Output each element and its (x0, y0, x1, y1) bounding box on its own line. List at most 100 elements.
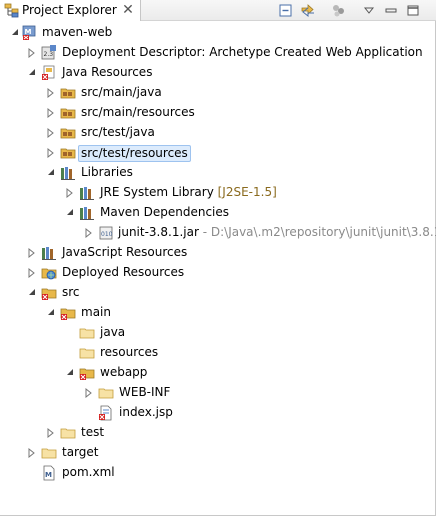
folder-error-icon (79, 368, 95, 380)
svg-text:010: 010 (101, 231, 113, 238)
libraries-icon (61, 167, 75, 180)
collapsed-arrow-icon[interactable] (47, 108, 55, 118)
collapse-all-icon[interactable] (277, 2, 295, 19)
collapsed-arrow-icon[interactable] (28, 248, 36, 258)
collapsed-arrow-icon[interactable] (47, 428, 55, 438)
collapsed-arrow-icon[interactable] (28, 48, 36, 58)
expanded-arrow-icon[interactable] (47, 308, 55, 318)
expanded-arrow-icon[interactable] (47, 168, 55, 178)
tree-item-deployed-resources[interactable]: Deployed Resources (0, 263, 436, 283)
tree-item-label: JavaScript Resources (62, 245, 188, 259)
tree-item-main[interactable]: main (0, 303, 436, 323)
jsp-file-error-icon (99, 405, 112, 421)
tree-item-label: test (81, 425, 105, 439)
tree-item-src[interactable]: src (0, 283, 436, 303)
collapsed-arrow-icon[interactable] (47, 148, 55, 158)
close-icon[interactable]: ✕ (121, 1, 135, 19)
collapsed-arrow-icon[interactable] (47, 88, 55, 98)
tree-item-src-main-java[interactable]: src/main/java (0, 83, 436, 103)
tree-item-maven-web[interactable]: M maven-web (0, 23, 436, 43)
source-folder-icon (60, 108, 76, 119)
collapsed-arrow-icon[interactable] (47, 128, 55, 138)
tree-item-label: JRE System Library (100, 185, 214, 199)
project-explorer-icon (4, 3, 19, 18)
maven-pom-file-icon: M (43, 465, 55, 481)
jar-file-icon: 010 (99, 226, 113, 240)
tree-item-maven-dependencies[interactable]: Maven Dependencies (0, 203, 436, 223)
tree-item-label: Java Resources (62, 65, 153, 79)
tree-item-label: maven-web (42, 25, 113, 39)
tree-item-deployment-descriptor[interactable]: 2.3 Deployment Descriptor: Archetype Cre… (0, 43, 436, 63)
collapsed-arrow-icon[interactable] (85, 228, 93, 238)
tree-item-web-inf[interactable]: WEB-INF (0, 383, 436, 403)
expanded-arrow-icon[interactable] (66, 208, 74, 218)
tree-item-pom-xml[interactable]: M pom.xml (0, 463, 436, 483)
tree-item-src-test-java[interactable]: src/test/java (0, 123, 436, 143)
source-folder-icon (60, 128, 76, 139)
tree-item-libraries[interactable]: Libraries (0, 163, 436, 183)
tree-item-label: Deployment Descriptor: Archetype Created… (62, 45, 423, 59)
tree-item-label: src/main/java (81, 85, 162, 99)
expanded-arrow-icon[interactable] (66, 368, 74, 378)
tree-item-java-resources[interactable]: Java Resources (0, 63, 436, 83)
tree-item-label: webapp (100, 365, 148, 379)
tree-item-java[interactable]: java (0, 323, 436, 343)
project-tree: M maven-web 2.3 Deployment Descriptor: A… (0, 21, 436, 516)
tree-item-label: main (81, 305, 111, 319)
tree-item-target[interactable]: target (0, 443, 436, 463)
collapsed-arrow-icon[interactable] (28, 448, 36, 458)
link-with-editor-icon[interactable] (299, 2, 317, 19)
tree-item-javascript-resources[interactable]: JavaScript Resources (0, 243, 436, 263)
tree-item-label: Deployed Resources (62, 265, 185, 279)
svg-text:M: M (25, 28, 32, 36)
tree-item-resources[interactable]: resources (0, 343, 436, 363)
source-folder-icon (60, 88, 76, 99)
tree-item-test[interactable]: test (0, 423, 436, 443)
tree-item-label: src/test/java (81, 125, 155, 139)
deployment-descriptor-icon: 2.3 (41, 45, 56, 60)
tree-item-label: WEB-INF (119, 385, 171, 399)
expanded-arrow-icon[interactable] (11, 28, 19, 38)
library-icon (80, 187, 94, 200)
tree-item-jre-system-library[interactable]: JRE System Library [J2SE-1.5] (0, 183, 436, 203)
tree-item-label: Maven Dependencies (100, 205, 230, 219)
tree-item-label: junit-3.8.1.jar (118, 225, 199, 239)
collapsed-arrow-icon[interactable] (66, 188, 74, 198)
tree-item-label: pom.xml (62, 465, 115, 479)
tree-item-src-test-resources[interactable]: src/test/resources (0, 143, 436, 163)
tree-item-label: Libraries (81, 165, 133, 179)
folder-error-icon (41, 288, 57, 300)
deployed-resources-icon (41, 268, 57, 280)
svg-text:2.3: 2.3 (44, 51, 54, 58)
source-folder-icon (60, 148, 76, 159)
folder-icon (41, 448, 57, 459)
jre-version-decoration: [J2SE-1.5] (217, 185, 277, 199)
tree-item-label: index.jsp (119, 405, 173, 419)
javascript-resources-icon (42, 247, 56, 260)
expanded-arrow-icon[interactable] (28, 288, 36, 298)
tree-item-src-main-resources[interactable]: src/main/resources (0, 103, 436, 123)
folder-icon (98, 388, 114, 399)
maximize-icon[interactable] (404, 2, 422, 19)
filter-icon[interactable] (330, 2, 348, 19)
folder-icon (60, 428, 76, 439)
tree-item-index-jsp[interactable]: index.jsp (0, 403, 436, 423)
tree-item-label: src/main/resources (81, 105, 195, 119)
jar-path-decoration: - D:\Java\.m2\repository\junit\junit\3.8… (202, 225, 436, 239)
tree-item-label: target (62, 445, 99, 459)
java-resources-icon (42, 65, 55, 80)
minimize-icon[interactable] (382, 2, 400, 19)
tree-item-label: resources (100, 345, 159, 359)
tree-item-junit-jar[interactable]: 010 junit-3.8.1.jar - D:\Java\.m2\reposi… (0, 223, 436, 243)
collapsed-arrow-icon[interactable] (85, 388, 93, 398)
view-header: Project Explorer ✕ (0, 0, 436, 21)
tab-project-explorer[interactable]: Project Explorer ✕ (0, 0, 141, 21)
view-menu-icon[interactable] (360, 2, 378, 19)
folder-icon (79, 348, 95, 359)
tree-item-label: java (100, 325, 126, 339)
tree-item-webapp[interactable]: webapp (0, 363, 436, 383)
folder-icon (79, 328, 95, 339)
expanded-arrow-icon[interactable] (28, 68, 36, 78)
library-icon (80, 207, 94, 220)
collapsed-arrow-icon[interactable] (28, 268, 36, 278)
